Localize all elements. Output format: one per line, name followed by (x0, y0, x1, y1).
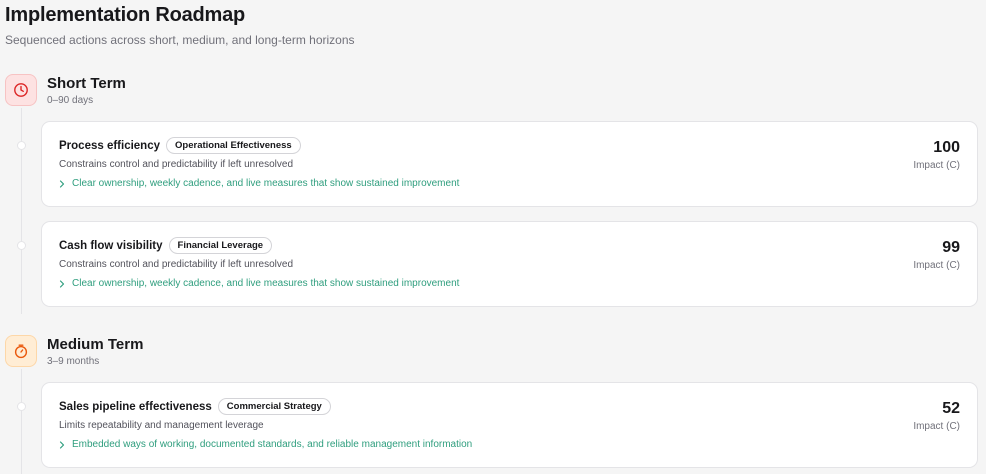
roadmap-card-cash-flow-visibility[interactable]: Cash flow visibility Financial Leverage … (41, 221, 978, 307)
card-action-text: Clear ownership, weekly cadence, and liv… (72, 178, 460, 189)
card-title: Process efficiency (59, 139, 161, 152)
timeline-dot (17, 141, 26, 150)
impact-score-label: Impact (C) (913, 160, 960, 171)
impact-score: 99 (942, 239, 960, 256)
card-title: Cash flow visibility (59, 239, 163, 252)
roadmap-page: Implementation Roadmap Sequenced actions… (0, 0, 986, 474)
chevron-right-icon (59, 279, 65, 288)
clock-icon (5, 74, 37, 106)
impact-score-label: Impact (C) (913, 260, 960, 271)
category-tag: Financial Leverage (168, 237, 273, 254)
card-action: Embedded ways of working, documented sta… (59, 439, 472, 450)
page-subtitle: Sequenced actions across short, medium, … (5, 33, 355, 47)
section-header-medium-term: Medium Term 3–9 months (5, 335, 305, 369)
card-title-row: Sales pipeline effectiveness Commercial … (59, 398, 331, 415)
chevron-right-icon (59, 440, 65, 449)
impact-score-label: Impact (C) (913, 421, 960, 432)
card-action-text: Clear ownership, weekly cadence, and liv… (72, 278, 460, 289)
category-tag: Operational Effectiveness (166, 137, 301, 154)
card-title-row: Process efficiency Operational Effective… (59, 137, 301, 154)
card-description: Limits repeatability and management leve… (59, 420, 264, 431)
category-tag: Commercial Strategy (217, 398, 331, 415)
section-title: Medium Term (47, 336, 144, 353)
roadmap-card-sales-pipeline-effectiveness[interactable]: Sales pipeline effectiveness Commercial … (41, 382, 978, 468)
impact-score: 100 (933, 139, 960, 156)
timeline-dot (17, 402, 26, 411)
stopwatch-icon (5, 335, 37, 367)
card-title-row: Cash flow visibility Financial Leverage (59, 237, 273, 254)
impact-score: 52 (942, 400, 960, 417)
page-title: Implementation Roadmap (5, 4, 246, 26)
card-action-text: Embedded ways of working, documented sta… (72, 439, 473, 450)
section-header-short-term: Short Term 0–90 days (5, 74, 305, 108)
section-range: 0–90 days (47, 95, 94, 106)
timeline-line-medium-term (21, 369, 22, 474)
timeline-line-short-term (21, 108, 22, 314)
card-action: Clear ownership, weekly cadence, and liv… (59, 178, 459, 189)
chevron-right-icon (59, 179, 65, 188)
card-action: Clear ownership, weekly cadence, and liv… (59, 278, 459, 289)
card-title: Sales pipeline effectiveness (59, 400, 212, 413)
card-description: Constrains control and predictability if… (59, 259, 294, 270)
timeline-dot (17, 241, 26, 250)
section-range: 3–9 months (47, 356, 100, 367)
card-description: Constrains control and predictability if… (59, 159, 294, 170)
roadmap-card-process-efficiency[interactable]: Process efficiency Operational Effective… (41, 121, 978, 207)
section-title: Short Term (47, 75, 126, 92)
